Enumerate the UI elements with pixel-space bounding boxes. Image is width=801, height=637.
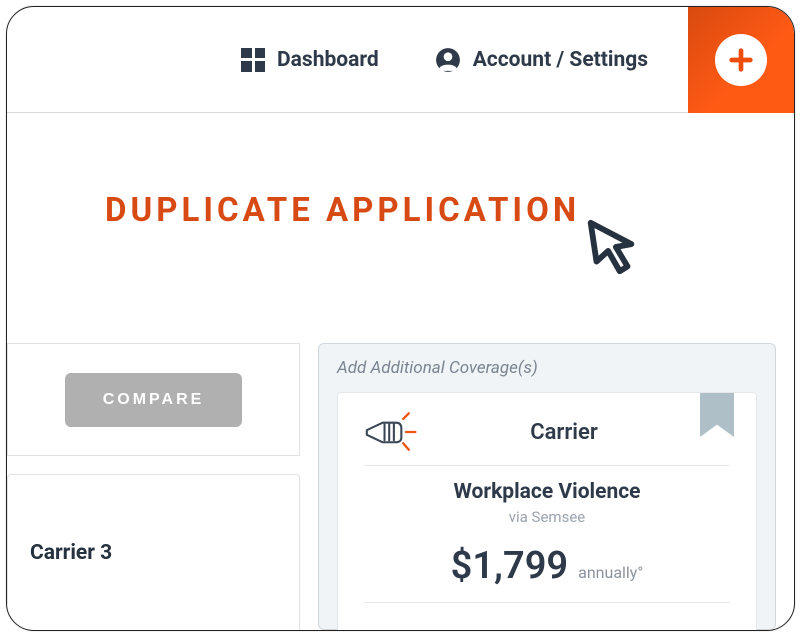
fist-icon (364, 411, 420, 453)
coverage-price: $1,799 (451, 544, 568, 588)
top-nav: Dashboard Account / Settings (241, 47, 648, 73)
header: Dashboard Account / Settings (7, 7, 794, 113)
right-column: Add Additional Coverage(s) (318, 343, 776, 630)
carrier-card[interactable]: Carrier 3 1 (7, 474, 300, 631)
coverage-panel-title: Add Additional Coverage(s) (337, 358, 757, 378)
left-column: COMPARE Carrier 3 1 (7, 343, 300, 630)
compare-button[interactable]: COMPARE (65, 373, 243, 427)
page-title: DUPLICATE APPLICATION (105, 191, 794, 230)
app-window: Dashboard Account / Settings DUPLICATE A… (6, 6, 795, 631)
dashboard-icon (241, 48, 265, 72)
coverage-panel: Add Additional Coverage(s) (318, 343, 776, 630)
coverage-carrier-label: Carrier (438, 420, 690, 445)
coverage-card-body: Workplace Violence via Semsee $1,799 ann… (364, 466, 730, 603)
nav-dashboard[interactable]: Dashboard (241, 48, 379, 72)
cursor-icon (581, 217, 643, 279)
content: COMPARE Carrier 3 1 Add Additional Cover… (7, 343, 776, 630)
divider (364, 602, 730, 603)
coverage-card-header: Carrier (364, 411, 730, 466)
coverage-product-name: Workplace Violence (364, 480, 730, 504)
compare-container: COMPARE (7, 343, 300, 456)
add-button[interactable] (688, 7, 794, 113)
coverage-price-row: $1,799 annually° (364, 544, 730, 588)
coverage-via: via Semsee (364, 508, 730, 526)
account-icon (435, 47, 461, 73)
coverage-card[interactable]: Carrier Workplace Violence via Semsee $1… (337, 392, 757, 631)
coverage-period: annually° (578, 563, 643, 582)
add-icon (715, 34, 767, 86)
carrier-name: Carrier 3 (30, 541, 277, 565)
nav-account[interactable]: Account / Settings (435, 47, 648, 73)
nav-account-label: Account / Settings (473, 48, 648, 72)
nav-dashboard-label: Dashboard (277, 48, 379, 72)
